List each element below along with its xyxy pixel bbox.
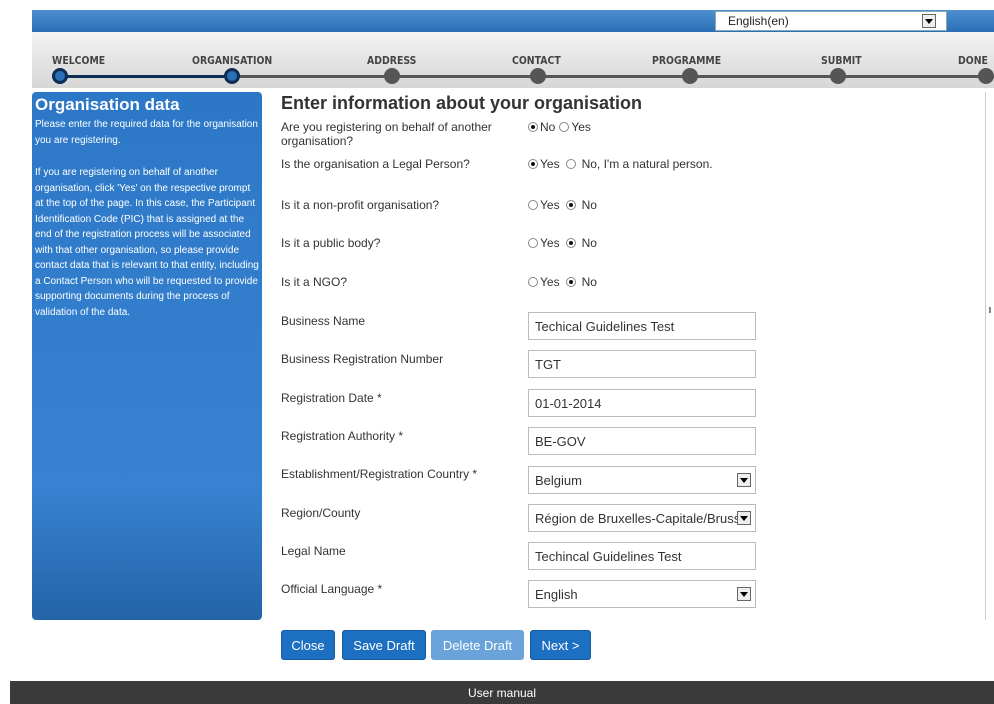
step-dot-welcome (52, 68, 68, 84)
step-organisation: ORGANISATION (192, 54, 273, 67)
radio-label: No (581, 275, 597, 289)
radio-label: No (581, 198, 597, 212)
radio-label: Yes (571, 120, 591, 134)
chevron-down-icon[interactable] (737, 587, 751, 601)
footer-bar: User manual (10, 681, 994, 704)
form-scrollbar[interactable] (985, 92, 994, 620)
radio-label: Yes (540, 275, 560, 289)
step-programme: PROGRAMME (652, 54, 722, 67)
region-value: Région de Bruxelles-Capitale/Brussels (535, 510, 737, 526)
chevron-down-icon[interactable] (737, 511, 751, 525)
sidebar-help-text: If you are registering on behalf of anot… (35, 167, 259, 318)
country-label: Establishment/Registration Country * (281, 467, 478, 481)
sidebar-title: Organisation data (35, 95, 180, 114)
registration-authority-label: Registration Authority * (281, 429, 404, 443)
question-legal-person-label: Is the organisation a Legal Person? (281, 157, 470, 171)
next-button[interactable]: Next > (530, 630, 591, 660)
registration-number-value: TGT (535, 356, 561, 372)
official-language-value: English (535, 586, 578, 602)
organisation-form: Enter information about your organisatio… (281, 92, 981, 608)
official-language-select[interactable]: English (528, 580, 756, 608)
user-manual-link[interactable]: User manual (468, 686, 536, 700)
step-welcome: WELCOME (52, 54, 106, 67)
step-submit: SUBMIT (821, 54, 862, 67)
step-dot-programme (682, 68, 698, 84)
question-public-body-label: Is it a public body? (281, 236, 381, 250)
step-dot-address (384, 68, 400, 84)
region-select[interactable]: Région de Bruxelles-Capitale/Brussels (528, 504, 756, 532)
country-value: Belgium (535, 472, 582, 488)
question-public-body: Yes No (528, 236, 597, 250)
chevron-down-icon[interactable] (737, 473, 751, 487)
radio-legal-person-no[interactable] (565, 159, 576, 169)
step-done: DONE (958, 54, 988, 67)
delete-draft-button[interactable]: Delete Draft (431, 630, 524, 660)
form-heading: Enter information about your organisatio… (281, 93, 643, 113)
radio-public-body-no[interactable] (565, 238, 576, 248)
step-dot-organisation (224, 68, 240, 84)
scroll-grip[interactable] (989, 307, 991, 313)
registration-date-input[interactable]: 01-01-2014 (528, 389, 756, 417)
radio-on-behalf-yes[interactable] (559, 122, 570, 132)
question-ngo-label: Is it a NGO? (281, 275, 348, 289)
business-name-input[interactable]: Techical Guidelines Test (528, 312, 756, 340)
radio-label: Yes (540, 198, 560, 212)
question-on-behalf: No Yes (528, 120, 591, 134)
radio-label: Yes (540, 236, 560, 250)
step-dot-contact (530, 68, 546, 84)
registration-authority-input[interactable]: BE-GOV (528, 427, 756, 455)
help-sidebar: Organisation data Please enter the requi… (32, 92, 262, 620)
region-label: Region/County (281, 506, 361, 520)
radio-label: No (540, 120, 556, 134)
country-select[interactable]: Belgium (528, 466, 756, 494)
step-dot-submit (830, 68, 846, 84)
registration-date-value: 01-01-2014 (535, 395, 602, 411)
step-line-remaining (232, 75, 994, 78)
question-ngo: Yes No (528, 275, 597, 289)
radio-public-body-yes[interactable] (528, 238, 538, 248)
legal-name-label: Legal Name (281, 544, 346, 558)
question-non-profit-label: Is it a non-profit organisation? (281, 198, 440, 212)
registration-authority-value: BE-GOV (535, 433, 586, 449)
radio-label: No (581, 236, 597, 250)
registration-number-input[interactable]: TGT (528, 350, 756, 378)
radio-non-profit-yes[interactable] (528, 200, 538, 210)
radio-ngo-no[interactable] (565, 277, 576, 287)
official-language-label: Official Language * (281, 582, 383, 596)
radio-legal-person-yes[interactable] (528, 159, 538, 169)
business-name-value: Techical Guidelines Test (535, 318, 675, 334)
step-dot-done (978, 68, 994, 84)
radio-label: Yes (540, 157, 560, 171)
language-select[interactable]: English(en) (715, 11, 947, 31)
radio-on-behalf-no[interactable] (528, 122, 538, 132)
step-address: ADDRESS (367, 54, 417, 67)
question-on-behalf-label: Are you registering on behalf of another… (281, 120, 492, 148)
close-button[interactable]: Close (281, 630, 335, 660)
radio-label: No, I'm a natural person. (581, 157, 713, 171)
legal-name-input[interactable]: Techincal Guidelines Test (528, 542, 756, 570)
registration-number-label: Business Registration Number (281, 352, 444, 366)
radio-non-profit-no[interactable] (565, 200, 576, 210)
radio-ngo-yes[interactable] (528, 277, 538, 287)
chevron-down-icon[interactable] (922, 14, 936, 28)
question-legal-person: Yes No, I'm a natural person. (528, 157, 713, 171)
step-line-completed (60, 75, 232, 78)
save-draft-button[interactable]: Save Draft (342, 630, 426, 660)
language-select-value: English(en) (728, 14, 789, 28)
registration-date-label: Registration Date * (281, 391, 382, 405)
question-non-profit: Yes No (528, 198, 597, 212)
step-contact: CONTACT (512, 54, 561, 67)
business-name-label: Business Name (281, 314, 366, 328)
legal-name-value: Techincal Guidelines Test (535, 548, 682, 564)
sidebar-intro: Please enter the required data for the o… (35, 119, 258, 146)
